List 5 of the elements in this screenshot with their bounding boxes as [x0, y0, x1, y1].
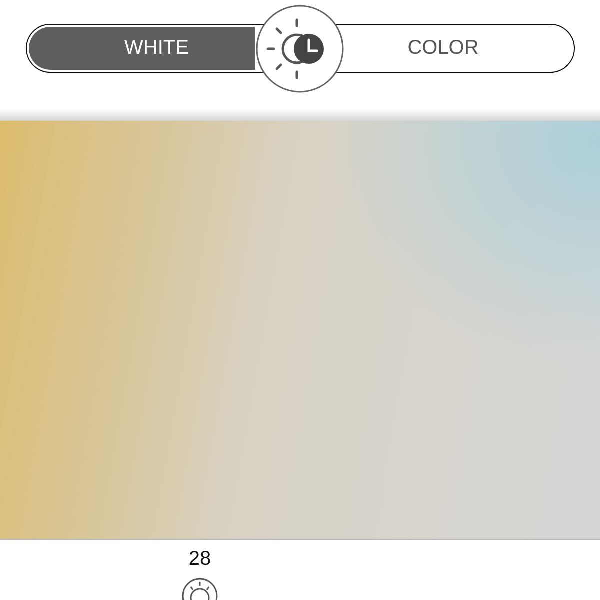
temperature-value: 28	[188, 548, 212, 571]
color-temperature-gradient[interactable]	[0, 121, 600, 540]
sun-clock-icon[interactable]	[255, 4, 345, 94]
brightness-icon	[180, 576, 220, 600]
mode-tab[interactable]: WHITE	[28, 27, 255, 70]
